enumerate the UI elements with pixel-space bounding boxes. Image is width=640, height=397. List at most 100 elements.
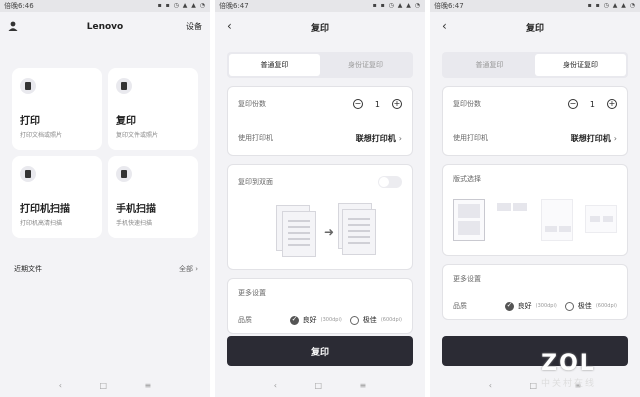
printer-value: 联想打印机 [570, 133, 611, 143]
zol-watermark: ZOL 中关村在线 [541, 351, 596, 389]
quality-good-dpi: (300dpi) [535, 303, 557, 309]
nav-menu-icon[interactable]: ≡ [360, 381, 367, 390]
layout-options [453, 193, 617, 255]
print-card[interactable]: 打印 打印文档或照片 [12, 68, 102, 150]
copies-value: 1 [589, 99, 595, 109]
app-title: Lenovo [86, 22, 124, 32]
copies-value: 1 [374, 99, 380, 109]
copy-card[interactable]: 复印 复印文件或照片 [108, 68, 198, 150]
layout-option-vertical[interactable] [453, 199, 485, 241]
quality-row: 品质 良好 (300dpi) 极佳 (600dpi) [453, 293, 617, 319]
status-bar: 倍晚6:47 ▪ ▪ ◷ ▲ ▲ ◔ [215, 0, 425, 12]
quality-good-label: 良好 [302, 316, 317, 324]
status-bar: 倍晚6:47 ▪ ▪ ◷ ▲ ▲ ◔ [430, 0, 640, 12]
tab-id-copy[interactable]: 身份证复印 [535, 54, 626, 76]
copy-header: ‹ 复印 [430, 12, 640, 42]
status-icons: ▪ ▪ ◷ ▲ ▲ ◔ [372, 2, 421, 9]
duplex-toggle[interactable] [378, 176, 402, 188]
nav-menu-icon[interactable]: ≡ [145, 381, 152, 390]
recent-files-row: 近期文件 全部 › [14, 264, 198, 274]
printer-label: 使用打印机 [453, 134, 488, 142]
more-settings-card: 更多设置 品质 良好 (300dpi) 极佳 (600dpi) [227, 278, 413, 334]
copy-mode-tabs: 普通复印 身份证复印 [442, 52, 628, 78]
duplex-card: 复印到双面 ➜ [227, 164, 413, 270]
status-time: 倍晚6:47 [434, 2, 464, 10]
nav-home-icon[interactable]: □ [99, 381, 107, 390]
quality-good-dpi: (300dpi) [320, 317, 342, 323]
copy-button[interactable] [442, 336, 628, 366]
printer-value: 联想打印机 [355, 133, 396, 143]
system-nav-bar: ‹ □ ≡ [215, 373, 425, 397]
increase-button[interactable]: + [392, 99, 402, 109]
chevron-right-icon: › [613, 133, 617, 143]
status-icons: ▪ ▪ ◷ ▲ ▲ ◔ [587, 2, 636, 9]
print-title: 打印 [20, 116, 40, 127]
scanner-icon [20, 166, 36, 182]
quality-good-label: 良好 [517, 302, 532, 310]
user-icon[interactable] [8, 21, 18, 31]
printer-value-wrap: 联想打印机 › [356, 133, 402, 144]
home-screen: 倍晚6:46 ▪ ▪ ◷ ▲ ▲ ◔ Lenovo 设备 打印 打印文档或照片 … [0, 0, 210, 397]
layout-option-small[interactable] [585, 205, 617, 233]
quality-options: 良好 (300dpi) 极佳 (600dpi) [289, 315, 402, 325]
copies-label: 复印份数 [453, 100, 481, 108]
printer-label: 使用打印机 [238, 134, 273, 142]
system-nav-bar: ‹ □ ≡ [430, 373, 640, 397]
quality-row: 品质 良好 (300dpi) 极佳 (600dpi) [238, 307, 402, 333]
quality-best-label: 极佳 [362, 316, 377, 324]
printer-row[interactable]: 使用打印机 联想打印机 › [453, 121, 617, 155]
layout-option-bottom[interactable] [541, 199, 573, 241]
layout-label: 版式选择 [453, 175, 481, 183]
printer-value-wrap: 联想打印机 › [571, 133, 617, 144]
quality-options: 良好 (300dpi) 极佳 (600dpi) [504, 301, 617, 311]
decrease-button[interactable]: − [567, 99, 578, 109]
nav-back-icon[interactable]: ‹ [489, 381, 492, 390]
duplex-label: 复印到双面 [238, 178, 273, 186]
increase-button[interactable]: + [607, 99, 617, 109]
back-icon[interactable]: ‹ [442, 19, 447, 33]
layout-option-side[interactable] [497, 199, 529, 241]
devices-link[interactable]: 设备 [186, 21, 202, 32]
quality-best-dpi: (600dpi) [380, 317, 402, 323]
nav-back-icon[interactable]: ‹ [274, 381, 277, 390]
more-settings-label: 更多设置 [453, 275, 481, 283]
nav-back-icon[interactable]: ‹ [59, 381, 62, 390]
duplex-row: 复印到双面 [238, 165, 402, 199]
layout-card: 版式选择 [442, 164, 628, 256]
copies-stepper: − 1 + [352, 99, 402, 109]
status-time: 倍晚6:46 [4, 2, 34, 10]
copy-icon [116, 78, 132, 94]
phone-scan-title: 手机扫描 [116, 204, 156, 215]
copy-options-card: 复印份数 − 1 + 使用打印机 联想打印机 › [442, 86, 628, 156]
quality-label: 品质 [453, 302, 467, 310]
printer-row[interactable]: 使用打印机 联想打印机 › [238, 121, 402, 155]
copy-header: ‹ 复印 [215, 12, 425, 42]
watermark-subtitle: 中关村在线 [540, 379, 596, 389]
printer-scan-card[interactable]: 打印机扫描 打印机高清扫描 [12, 156, 102, 238]
copy-screen-normal: 倍晚6:47 ▪ ▪ ◷ ▲ ▲ ◔ ‹ 复印 普通复印 身份证复印 复印份数 … [215, 0, 425, 397]
more-settings-label: 更多设置 [238, 289, 266, 297]
copy-screen-id: 倍晚6:47 ▪ ▪ ◷ ▲ ▲ ◔ ‹ 复印 普通复印 身份证复印 复印份数 … [430, 0, 640, 397]
quality-best-label: 极佳 [577, 302, 592, 310]
view-all-link[interactable]: 全部 › [179, 264, 198, 274]
arrow-icon: ➜ [324, 225, 335, 239]
back-icon[interactable]: ‹ [227, 19, 232, 33]
tab-normal-copy[interactable]: 普通复印 [229, 54, 320, 76]
home-header: Lenovo 设备 [0, 12, 210, 42]
phone-scan-card[interactable]: 手机扫描 手机快速扫描 [108, 156, 198, 238]
quality-good-radio[interactable] [504, 301, 514, 311]
duplex-page-icon-2 [342, 209, 376, 255]
copy-button[interactable]: 复印 [227, 336, 413, 366]
more-settings-card: 更多设置 品质 良好 (300dpi) 极佳 (600dpi) [442, 264, 628, 320]
quality-good-radio[interactable] [289, 315, 299, 325]
nav-home-icon[interactable]: □ [529, 381, 537, 390]
nav-home-icon[interactable]: □ [314, 381, 322, 390]
chevron-right-icon: › [398, 133, 402, 143]
printer-scan-title: 打印机扫描 [20, 204, 70, 215]
tab-normal-copy[interactable]: 普通复印 [444, 54, 535, 76]
page-title: 复印 [525, 23, 544, 34]
quality-best-radio[interactable] [349, 315, 359, 325]
decrease-button[interactable]: − [352, 99, 363, 109]
quality-best-radio[interactable] [564, 301, 574, 311]
tab-id-copy[interactable]: 身份证复印 [320, 54, 411, 76]
